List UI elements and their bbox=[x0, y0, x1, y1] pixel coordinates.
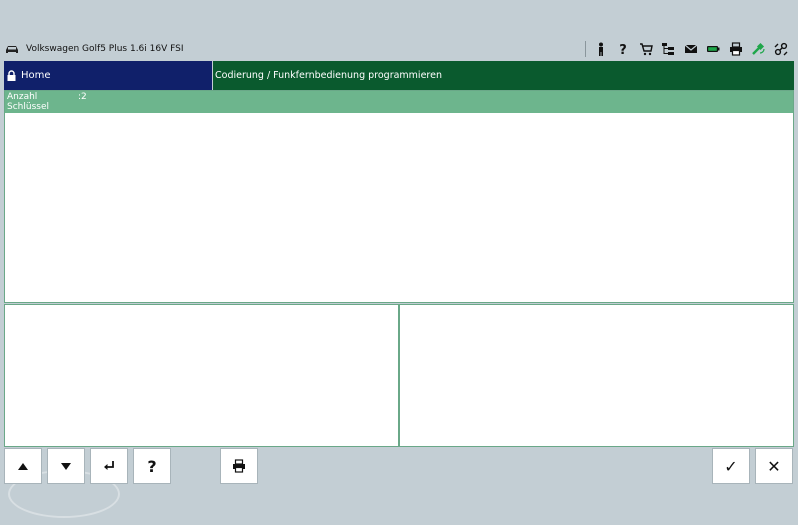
page-title-text: Codierung / Funkfernbedienung programmie… bbox=[215, 70, 442, 81]
svg-text:?: ? bbox=[619, 43, 627, 56]
home-button[interactable]: Home bbox=[4, 61, 212, 90]
tree-icon[interactable] bbox=[657, 38, 680, 60]
confirm-button[interactable]: ✓ bbox=[712, 448, 750, 484]
field-label: Anzahl Schlüssel bbox=[7, 92, 67, 112]
car-icon bbox=[6, 46, 18, 53]
home-label: Home bbox=[21, 70, 51, 81]
vehicle-name: Volkswagen Golf5 Plus 1.6i 16V FSI bbox=[26, 44, 184, 54]
field-value: :2 bbox=[78, 92, 87, 102]
cancel-button[interactable]: ✕ bbox=[755, 448, 793, 484]
mail-icon[interactable] bbox=[680, 38, 703, 60]
lower-left-panel bbox=[4, 304, 399, 447]
toolbar: ? bbox=[584, 38, 793, 60]
help-icon[interactable]: ? bbox=[612, 38, 635, 60]
triangle-down-icon bbox=[61, 463, 71, 470]
scroll-up-button[interactable] bbox=[4, 448, 42, 484]
help-button-icon: ? bbox=[147, 456, 157, 476]
person-icon[interactable] bbox=[590, 38, 613, 60]
vehicle-info: Volkswagen Golf5 Plus 1.6i 16V FSI bbox=[0, 38, 184, 60]
field-label-line1: Anzahl bbox=[7, 92, 38, 102]
main-field-row: Anzahl Schlüssel :2 bbox=[5, 91, 793, 113]
scroll-down-button[interactable] bbox=[47, 448, 85, 484]
printer-icon bbox=[233, 459, 245, 473]
top-bar: Volkswagen Golf5 Plus 1.6i 16V FSI ? bbox=[0, 38, 798, 60]
lock-icon bbox=[7, 70, 16, 81]
help-button[interactable]: ? bbox=[133, 448, 171, 484]
field-label-line2: Schlüssel bbox=[7, 102, 49, 112]
printer-icon[interactable] bbox=[725, 38, 748, 60]
network-icon[interactable] bbox=[770, 38, 793, 60]
print-button[interactable] bbox=[220, 448, 258, 484]
connection-icon[interactable] bbox=[747, 38, 770, 60]
main-panel: Anzahl Schlüssel :2 bbox=[4, 90, 794, 303]
checkmark-icon: ✓ bbox=[724, 456, 738, 476]
enter-button[interactable] bbox=[90, 448, 128, 484]
close-icon: ✕ bbox=[767, 456, 781, 476]
battery-icon[interactable] bbox=[702, 38, 725, 60]
page-title: Codierung / Funkfernbedienung programmie… bbox=[213, 61, 794, 90]
navigation-row: Home Codierung / Funkfernbedienung progr… bbox=[4, 61, 794, 90]
cart-icon[interactable] bbox=[635, 38, 658, 60]
triangle-up-icon bbox=[18, 463, 28, 470]
bottom-toolbar: ? ✓ ✕ bbox=[0, 447, 798, 486]
lower-right-panel bbox=[399, 304, 794, 447]
toolbar-divider bbox=[584, 41, 586, 57]
enter-icon bbox=[104, 461, 114, 470]
